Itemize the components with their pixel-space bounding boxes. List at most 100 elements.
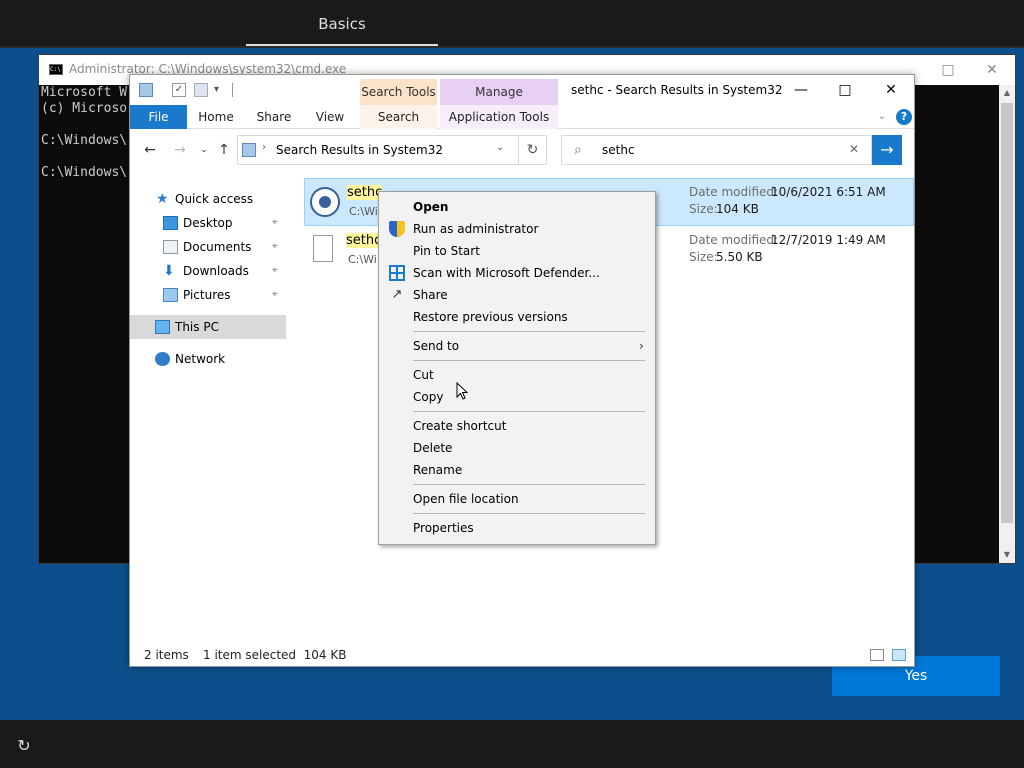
pin-icon: ⌖ (272, 241, 278, 252)
context-menu: Open Run as administrator Pin to Start S… (378, 191, 656, 545)
network-icon (155, 352, 170, 366)
menu-item-open-file-location[interactable]: Open file location (381, 488, 653, 510)
up-icon[interactable]: ↑ (214, 141, 234, 159)
cmd-maximize-button[interactable]: □ (925, 58, 971, 82)
ribbon-expand-icon[interactable]: ⌄ (874, 109, 890, 125)
nav-label: Desktop (183, 216, 233, 230)
search-results-icon (242, 143, 256, 157)
menu-label: Rename (413, 463, 463, 477)
nav-item-quick-access[interactable]: ★ Quick access (130, 187, 288, 211)
oobe-bottom-bar (0, 720, 1024, 768)
menu-item-run-as-administrator[interactable]: Run as administrator (381, 218, 653, 240)
nav-item-downloads[interactable]: ⬇ Downloads ⌖ (130, 259, 288, 283)
chevron-right-icon: › (639, 339, 644, 353)
window-title: sethc - Search Results in System32 (571, 83, 783, 97)
pictures-icon (163, 288, 178, 302)
maximize-button[interactable]: □ (822, 77, 868, 103)
menu-item-restore-previous-versions[interactable]: Restore previous versions (381, 306, 653, 328)
date-label: Date modified: (689, 185, 779, 199)
recent-locations-icon[interactable]: ⌄ (194, 141, 214, 159)
search-icon: ⌕ (574, 142, 582, 158)
search-input[interactable]: ⌕ sethc ✕ (561, 135, 872, 165)
share-icon: ↗ (391, 287, 403, 302)
nav-label: Pictures (183, 288, 231, 302)
back-icon[interactable]: ← (140, 141, 160, 159)
refresh-button[interactable]: ↻ (519, 135, 547, 165)
folder-icon (139, 83, 153, 97)
menu-item-delete[interactable]: Delete (381, 437, 653, 459)
selection-status: 1 item selected 104 KB (203, 648, 347, 662)
cmd-line (41, 117, 127, 133)
search-value: sethc (602, 143, 635, 157)
nav-item-this-pc[interactable]: This PC (130, 315, 286, 339)
menu-item-create-shortcut[interactable]: Create shortcut (381, 415, 653, 437)
help-icon[interactable]: ? (896, 109, 912, 125)
details-view-icon[interactable] (870, 649, 884, 661)
menu-separator (413, 360, 645, 361)
menu-label: Restore previous versions (413, 310, 568, 324)
forward-icon[interactable]: → (170, 141, 190, 159)
manage-header: Manage (440, 79, 558, 105)
chevron-down-icon[interactable]: ▾ (214, 83, 228, 97)
cmd-line: (c) Microso (41, 101, 128, 116)
nav-item-desktop[interactable]: Desktop ⌖ (130, 211, 288, 235)
oobe-tab-basics: Basics (246, 0, 438, 46)
tab-view[interactable]: View (308, 105, 352, 129)
scroll-down-icon[interactable]: ▼ (999, 547, 1015, 563)
file-path: C:\Wi (349, 205, 378, 218)
nav-item-network[interactable]: Network (130, 347, 288, 371)
navigation-pane: ★ Quick access Desktop ⌖ Documents ⌖ ⬇ D… (130, 179, 290, 639)
tab-search[interactable]: Search (360, 105, 437, 129)
documents-icon (163, 240, 178, 254)
cmd-line (41, 149, 127, 165)
chevron-down-icon[interactable]: ⌄ (496, 142, 504, 153)
new-folder-icon[interactable] (194, 83, 208, 97)
nav-label: Documents (183, 240, 252, 254)
cmd-scrollbar[interactable]: ▲ ▼ (999, 85, 1015, 563)
tab-application-tools[interactable]: Application Tools (440, 105, 558, 129)
pin-icon: ⌖ (272, 265, 278, 276)
oobe-divider (0, 46, 1024, 48)
scroll-up-icon[interactable]: ▲ (999, 85, 1015, 101)
explorer-titlebar[interactable]: ✓ ▾ Search Tools Manage sethc - Search R… (130, 75, 914, 105)
cmd-close-button[interactable]: ✕ (969, 58, 1015, 82)
menu-item-share[interactable]: ↗ Share (381, 284, 653, 306)
menu-item-open[interactable]: Open (381, 196, 653, 218)
minimize-button[interactable]: — (778, 77, 824, 103)
menu-separator (413, 484, 645, 485)
nav-label: Quick access (175, 192, 254, 206)
menu-item-copy[interactable]: Copy (381, 386, 653, 408)
clear-search-icon[interactable]: ✕ (849, 142, 859, 156)
menu-item-cut[interactable]: Cut (381, 364, 653, 386)
pin-icon: ⌖ (272, 289, 278, 300)
properties-icon[interactable]: ✓ (172, 83, 186, 97)
search-go-button[interactable]: → (872, 135, 902, 165)
menu-item-rename[interactable]: Rename (381, 459, 653, 481)
address-bar[interactable]: › Search Results in System32 ⌄ (237, 135, 519, 165)
size-value: 104 KB (716, 202, 759, 216)
menu-label: Share (413, 288, 448, 302)
scroll-thumb[interactable] (1001, 103, 1013, 523)
date-label: Date modified: (689, 233, 779, 247)
size-value: 5.50 KB (716, 250, 763, 264)
nav-item-pictures[interactable]: Pictures ⌖ (130, 283, 288, 307)
tiles-view-icon[interactable] (892, 649, 906, 661)
menu-item-scan-defender[interactable]: Scan with Microsoft Defender... (381, 262, 653, 284)
menu-label: Properties (413, 521, 474, 535)
nav-item-documents[interactable]: Documents ⌖ (130, 235, 288, 259)
menu-item-send-to[interactable]: Send to › (381, 335, 653, 357)
file-path: C:\Wi (348, 253, 377, 266)
menu-item-pin-to-start[interactable]: Pin to Start (381, 240, 653, 262)
ribbon-tabs: File Home Share View Search Application … (130, 105, 914, 129)
menu-label: Scan with Microsoft Defender... (413, 266, 600, 280)
accessibility-icon[interactable]: ↻ (14, 736, 34, 756)
computer-icon (155, 320, 170, 334)
close-button[interactable]: ✕ (868, 77, 914, 103)
menu-item-properties[interactable]: Properties (381, 517, 653, 539)
tab-share[interactable]: Share (250, 105, 298, 129)
chevron-right-icon[interactable]: › (262, 142, 266, 153)
tab-home[interactable]: Home (192, 105, 240, 129)
cmd-line: C:\Windows\ (41, 165, 128, 180)
tab-file[interactable]: File (130, 105, 187, 129)
document-icon (313, 235, 333, 262)
